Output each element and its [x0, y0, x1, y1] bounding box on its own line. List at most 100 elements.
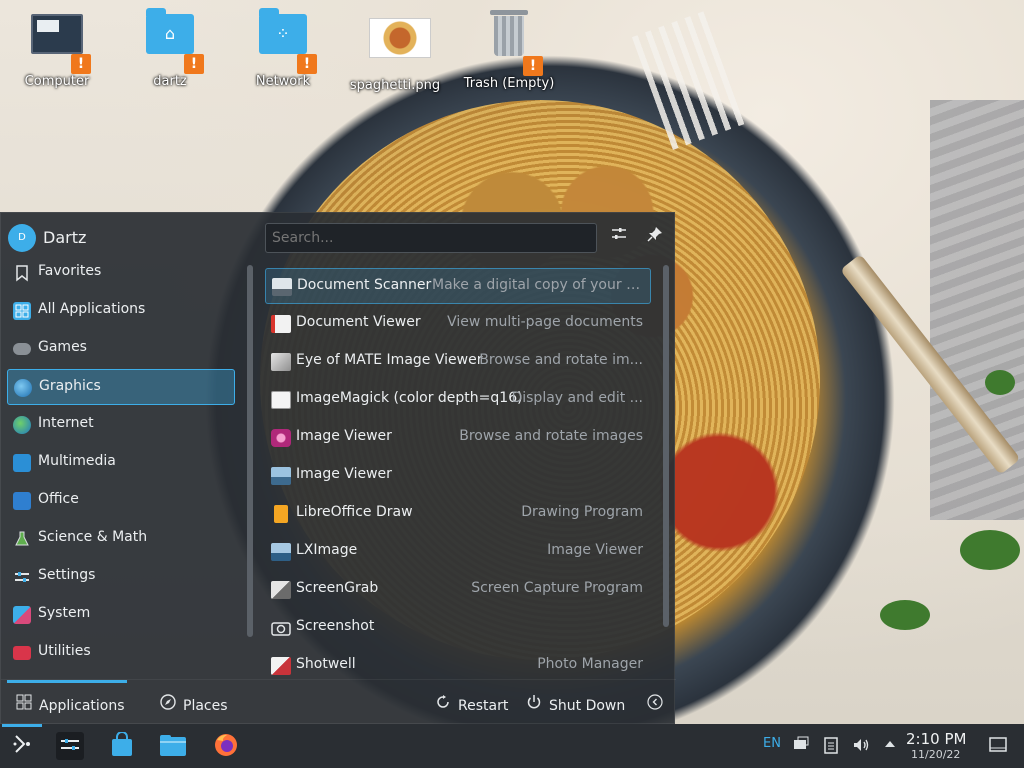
desktop-icon-network[interactable]: ⁘! Network	[233, 8, 333, 89]
firefox-taskbar-button[interactable]	[212, 732, 240, 760]
restart-button[interactable]: Restart	[434, 694, 508, 714]
clock-time[interactable]: 2:10 PM	[906, 730, 966, 748]
flask-icon	[13, 530, 31, 548]
show-desktop-button[interactable]	[989, 737, 1007, 757]
category-science-math[interactable]: Science & Math	[7, 521, 235, 557]
category-graphics[interactable]: Graphics	[7, 369, 235, 405]
app-description: Photo Manager	[537, 656, 643, 672]
app-description: Drawing Program	[521, 504, 643, 520]
shutdown-button[interactable]: Shut Down	[525, 694, 625, 714]
app-name: ScreenGrab	[296, 580, 379, 596]
app-image-viewer-2[interactable]: Image Viewer	[265, 458, 651, 494]
app-libreoffice-draw[interactable]: LibreOffice Draw Drawing Program	[265, 496, 651, 532]
globe-icon	[13, 416, 31, 434]
category-all-applications[interactable]: All Applications	[7, 293, 235, 329]
shopping-bag-icon	[112, 731, 132, 756]
category-internet[interactable]: Internet	[7, 407, 235, 443]
app-image-viewer[interactable]: Image Viewer Browse and rotate images	[265, 420, 651, 456]
launcher-button[interactable]	[8, 732, 36, 760]
category-label: Utilities	[38, 643, 91, 659]
settings-icon	[61, 739, 79, 750]
category-system[interactable]: System	[7, 597, 235, 633]
app-imagemagick[interactable]: ImageMagick (color depth=q16) Display an…	[265, 382, 651, 418]
desktop-icon-trash[interactable]: ! Trash (Empty)	[459, 8, 559, 91]
app-description: Screen Capture Program	[471, 580, 643, 596]
category-games[interactable]: Games	[7, 331, 235, 367]
warning-badge: !	[71, 54, 91, 74]
desktop-icon-label: dartz	[153, 74, 187, 89]
app-screengrab[interactable]: ScreenGrab Screen Capture Program	[265, 572, 651, 608]
app-lximage[interactable]: LXImage Image Viewer	[265, 534, 651, 570]
category-label: Science & Math	[38, 529, 148, 545]
system-settings-taskbar-button[interactable]	[56, 732, 84, 760]
discover-taskbar-button[interactable]	[108, 731, 136, 760]
clipboard-tray-button[interactable]	[792, 736, 810, 758]
kde-logo-icon	[13, 735, 30, 753]
image-viewer-icon	[271, 467, 291, 485]
category-favorites[interactable]: Favorites	[7, 255, 235, 291]
avatar[interactable]: D	[8, 224, 36, 252]
app-shotwell[interactable]: Shotwell Photo Manager	[265, 648, 651, 679]
camera-icon	[271, 619, 291, 637]
desktop-icon-computer[interactable]: ! Computer	[7, 8, 107, 89]
file-manager-taskbar-button[interactable]	[159, 732, 187, 760]
app-description: Display and edit ...	[511, 390, 643, 406]
category-settings[interactable]: Settings	[7, 559, 235, 595]
settings-icon	[13, 568, 31, 586]
clock-date[interactable]: 11/20/22	[911, 748, 960, 761]
system-icon	[13, 606, 31, 624]
desktop-icon-home[interactable]: ⌂! dartz	[120, 8, 220, 89]
tab-label: Applications	[39, 698, 125, 714]
firefox-icon	[215, 734, 237, 756]
category-utilities[interactable]: Utilities	[7, 635, 235, 671]
eom-icon	[271, 353, 291, 371]
desktop-icon-label: Trash (Empty)	[463, 76, 555, 91]
show-hidden-icons-button[interactable]	[882, 736, 898, 756]
app-description: Browse and rotate im...	[479, 352, 643, 368]
utilities-icon	[13, 646, 31, 660]
category-scrollbar[interactable]	[247, 265, 253, 637]
more-session-options-button[interactable]	[646, 694, 670, 714]
lximage-icon	[271, 543, 291, 561]
search-input[interactable]	[265, 223, 597, 253]
shotwell-icon	[271, 657, 291, 675]
image-file-icon	[369, 18, 431, 58]
app-description: Image Viewer	[547, 542, 643, 558]
keyboard-layout-indicator[interactable]: EN	[763, 736, 781, 751]
category-label: System	[38, 605, 91, 621]
tab-applications[interactable]: Applications	[15, 694, 125, 714]
app-description: Browse and rotate images	[459, 428, 643, 444]
gamepad-icon	[13, 343, 31, 355]
app-document-viewer[interactable]: Document Viewer View multi-page document…	[265, 306, 651, 342]
tab-places[interactable]: Places	[159, 694, 228, 714]
pin-button[interactable]	[642, 225, 668, 251]
compass-icon	[159, 694, 177, 714]
category-office[interactable]: Office	[7, 483, 235, 519]
launcher-header: D Dartz	[1, 213, 676, 261]
volume-tray-button[interactable]	[852, 736, 870, 758]
app-screenshot[interactable]: Screenshot	[265, 610, 651, 646]
category-label: Settings	[38, 567, 96, 583]
imagemagick-icon	[271, 391, 291, 409]
multimedia-icon	[13, 454, 31, 472]
graphics-icon	[14, 379, 32, 397]
app-list-scrollbar[interactable]	[663, 265, 669, 627]
folder-icon	[160, 735, 186, 756]
category-multimedia[interactable]: Multimedia	[7, 445, 235, 481]
network-folder-icon: ⁘	[259, 8, 307, 54]
app-name: Document Viewer	[296, 314, 421, 330]
speaker-icon	[854, 739, 869, 751]
category-label: Multimedia	[38, 453, 116, 469]
application-launcher: D Dartz Favorites All Applications	[0, 212, 676, 724]
chevron-left-icon	[646, 694, 664, 714]
category-label: Office	[38, 491, 79, 507]
active-tab-indicator	[7, 680, 127, 683]
desktop-icon-spaghetti[interactable]: spaghetti.png	[345, 8, 445, 93]
app-document-scanner[interactable]: Document Scanner Make a digital copy of …	[265, 268, 651, 304]
restart-icon	[434, 694, 452, 714]
notes-tray-button[interactable]	[823, 736, 839, 758]
configure-button[interactable]	[606, 225, 632, 251]
libreoffice-draw-icon	[274, 505, 288, 523]
category-label: Internet	[38, 415, 94, 431]
app-eye-of-mate[interactable]: Eye of MATE Image Viewer Browse and rota…	[265, 344, 651, 380]
